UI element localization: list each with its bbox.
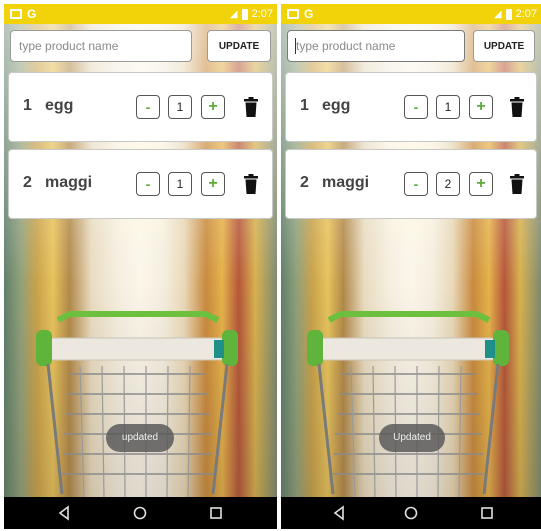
recent-apps-icon[interactable]	[479, 505, 495, 521]
image-icon	[287, 9, 299, 19]
quantity-value: 1	[168, 95, 192, 119]
status-bar: G ◢ 2:07	[281, 4, 541, 24]
increment-button[interactable]: +	[201, 95, 225, 119]
signal-icon: ◢	[493, 8, 502, 20]
decrement-button[interactable]: -	[136, 172, 160, 196]
item-name: egg	[45, 97, 74, 114]
toast-message: Updated	[379, 424, 445, 452]
trash-icon[interactable]	[244, 97, 258, 117]
quantity-value: 2	[436, 172, 460, 196]
home-icon[interactable]	[403, 505, 419, 521]
image-icon	[10, 9, 22, 19]
quantity-value: 1	[168, 172, 192, 196]
phone-screen-after: G ◢ 2:07 UPDATE 1 egg - 1 +	[281, 4, 541, 529]
decrement-button[interactable]: -	[136, 95, 160, 119]
g-icon: G	[27, 7, 37, 21]
trash-icon[interactable]	[510, 97, 524, 117]
back-icon[interactable]	[331, 505, 347, 521]
trash-icon[interactable]	[510, 174, 524, 194]
back-icon[interactable]	[56, 505, 72, 521]
item-number: 2	[300, 174, 309, 191]
status-bar: G ◢ 2:07	[4, 4, 277, 24]
update-button[interactable]: UPDATE	[473, 30, 535, 62]
battery-icon	[241, 8, 248, 20]
increment-button[interactable]: +	[469, 95, 493, 119]
item-number: 2	[23, 174, 32, 191]
phone-screen-before: G ◢ 2:07 UPDATE 1 egg - 1 + 2	[4, 4, 277, 529]
product-name-input[interactable]	[287, 30, 465, 62]
decrement-button[interactable]: -	[404, 95, 428, 119]
home-icon[interactable]	[132, 505, 148, 521]
screenshot-stage: G ◢ 2:07 UPDATE 1 egg - 1 + 2	[0, 0, 541, 531]
list-item: 1 egg - 1 +	[8, 72, 273, 142]
increment-button[interactable]: +	[469, 172, 493, 196]
list-item: 2 maggi - 1 +	[8, 149, 273, 219]
status-time: 2:07	[251, 8, 273, 20]
search-row: UPDATE	[287, 30, 535, 66]
product-name-input[interactable]	[10, 30, 192, 62]
item-name: maggi	[322, 174, 370, 191]
recent-apps-icon[interactable]	[208, 505, 224, 521]
increment-button[interactable]: +	[201, 172, 225, 196]
shopping-cart-image	[36, 311, 238, 500]
item-number: 1	[300, 97, 309, 114]
text-cursor	[295, 38, 296, 54]
status-time: 2:07	[515, 8, 537, 20]
search-row: UPDATE	[10, 30, 271, 66]
item-name: maggi	[45, 174, 93, 191]
item-number: 1	[23, 97, 32, 114]
navigation-bar	[281, 497, 541, 529]
battery-icon	[505, 8, 512, 20]
list-item: 2 maggi - 2 +	[285, 149, 537, 219]
shopping-cart-image	[307, 311, 509, 500]
trash-icon[interactable]	[244, 174, 258, 194]
g-icon: G	[304, 7, 314, 21]
toast-message: updated	[106, 424, 174, 452]
signal-icon: ◢	[229, 8, 238, 20]
item-name: egg	[322, 97, 351, 114]
quantity-value: 1	[436, 95, 460, 119]
list-item: 1 egg - 1 +	[285, 72, 537, 142]
update-button[interactable]: UPDATE	[207, 30, 271, 62]
navigation-bar	[4, 497, 277, 529]
decrement-button[interactable]: -	[404, 172, 428, 196]
